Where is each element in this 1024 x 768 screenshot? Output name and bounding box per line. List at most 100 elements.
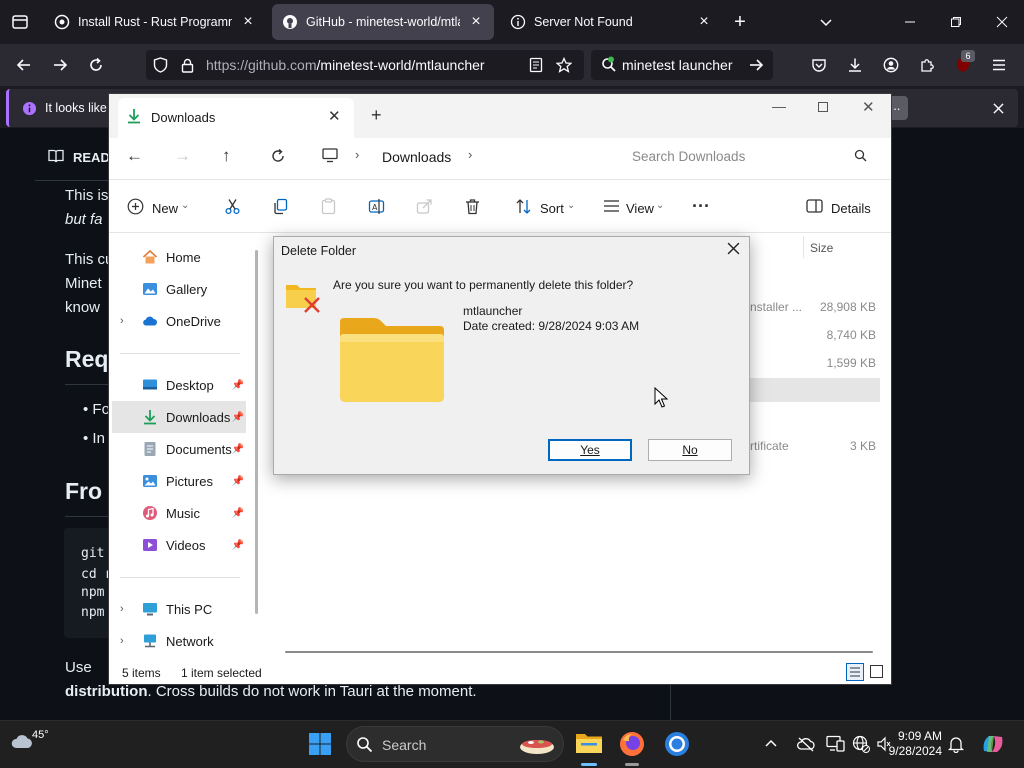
nav-item-home[interactable]: Home xyxy=(112,241,246,273)
account-icon[interactable] xyxy=(880,54,902,76)
close-window-icon[interactable] xyxy=(990,10,1014,34)
new-button[interactable]: New xyxy=(152,201,178,216)
browser-tab-server-not-found[interactable]: Server Not Found × xyxy=(500,4,722,40)
notification-close-icon[interactable] xyxy=(988,98,1008,118)
list-all-tabs-icon[interactable] xyxy=(814,10,838,34)
column-header-size[interactable]: Size xyxy=(810,241,833,255)
close-icon[interactable]: × xyxy=(696,13,712,31)
back-arrow-icon[interactable]: ← xyxy=(126,146,143,166)
search-engine-icon[interactable] xyxy=(598,54,620,76)
pin-icon[interactable]: 📌 xyxy=(232,412,244,423)
tracking-protection-shield-icon[interactable] xyxy=(150,55,170,75)
details-pane-icon[interactable] xyxy=(806,199,824,215)
nav-item-network[interactable]: › Network xyxy=(112,625,246,657)
dialog-close-icon[interactable] xyxy=(727,242,743,258)
nav-item-onedrive[interactable]: › OneDrive xyxy=(112,305,246,337)
up-arrow-icon[interactable]: ↑ xyxy=(222,146,231,166)
onedrive-offline-icon[interactable] xyxy=(796,736,816,754)
copilot-icon[interactable] xyxy=(980,731,1006,757)
reload-icon[interactable] xyxy=(84,53,108,77)
restore-icon[interactable] xyxy=(944,10,968,34)
browser-tab-github[interactable]: GitHub - minetest-world/mtlauncher × xyxy=(272,4,494,40)
view-button[interactable]: View xyxy=(626,201,654,216)
details-view-toggle-icon[interactable] xyxy=(846,663,864,681)
downloads-icon[interactable] xyxy=(844,54,866,76)
browser-tab-rust[interactable]: Install Rust - Rust Programming Language… xyxy=(44,4,266,40)
minimize-icon[interactable] xyxy=(898,10,922,34)
no-button[interactable]: No xyxy=(648,439,732,461)
pin-icon[interactable]: 📌 xyxy=(232,476,244,487)
cut-scissors-icon[interactable] xyxy=(224,198,242,216)
notification-bell-icon[interactable] xyxy=(948,735,966,753)
forward-arrow-icon[interactable]: → xyxy=(174,146,191,166)
display-devices-icon[interactable] xyxy=(826,735,846,753)
search-input[interactable]: Search Downloads xyxy=(632,149,745,164)
pin-icon[interactable]: 📌 xyxy=(232,540,244,551)
chevron-down-icon[interactable]: ⌄ xyxy=(567,200,575,211)
horizontal-scrollbar[interactable] xyxy=(285,651,873,653)
more-options-ellipsis-icon[interactable]: ··· xyxy=(692,196,710,217)
back-icon[interactable] xyxy=(12,53,36,77)
search-icon[interactable] xyxy=(854,149,868,163)
network-globe-icon[interactable] xyxy=(852,735,872,753)
nav-item-this-pc[interactable]: › This PC xyxy=(112,593,246,625)
chevron-right-icon[interactable]: › xyxy=(120,603,124,615)
sort-button[interactable]: Sort xyxy=(540,201,564,216)
pin-icon[interactable]: 📌 xyxy=(232,444,244,455)
lock-icon[interactable] xyxy=(178,55,196,75)
minimize-icon[interactable]: — xyxy=(772,98,786,114)
url-text[interactable]: https://github.com/minetest-world/mtlaun… xyxy=(206,57,485,73)
delete-trash-icon[interactable] xyxy=(464,198,482,216)
new-tab-icon[interactable]: + xyxy=(371,105,382,126)
file-row-selected[interactable] xyxy=(748,378,880,402)
details-button[interactable]: Details xyxy=(831,201,871,216)
firefox-taskbar-icon[interactable] xyxy=(619,731,645,757)
chevron-right-icon[interactable]: › xyxy=(120,635,124,647)
nav-item-music[interactable]: Music 📌 xyxy=(112,497,246,529)
yes-button[interactable]: Yes xyxy=(548,439,632,461)
new-plus-icon[interactable] xyxy=(127,198,145,216)
forward-icon[interactable] xyxy=(48,53,72,77)
search-go-arrow-icon[interactable] xyxy=(746,55,766,75)
tiles-view-toggle-icon[interactable] xyxy=(870,665,883,678)
app-menu-hamburger-icon[interactable] xyxy=(988,54,1010,76)
copy-icon[interactable] xyxy=(272,198,290,216)
close-tab-icon[interactable]: ✕ xyxy=(328,107,341,125)
close-icon[interactable]: × xyxy=(468,13,484,31)
bookmark-star-icon[interactable] xyxy=(554,55,574,75)
windows-start-icon[interactable] xyxy=(308,732,332,756)
close-window-icon[interactable]: ✕ xyxy=(862,98,875,116)
refresh-icon[interactable] xyxy=(270,148,288,166)
search-input-text[interactable]: minetest launcher xyxy=(622,57,733,73)
maximize-icon[interactable] xyxy=(818,102,828,112)
chevron-down-icon[interactable]: ⌄ xyxy=(656,200,664,211)
chrome-taskbar-icon[interactable] xyxy=(664,731,690,757)
clock[interactable]: 9:09 AM 9/28/2024 xyxy=(880,729,942,759)
pin-icon[interactable]: 📌 xyxy=(232,508,244,519)
chevron-right-icon[interactable]: › xyxy=(120,315,124,327)
view-lines-icon[interactable] xyxy=(603,199,621,215)
weather-temperature[interactable]: 45° xyxy=(32,729,49,741)
reader-view-icon[interactable] xyxy=(526,55,546,75)
file-explorer-taskbar-icon[interactable] xyxy=(575,731,603,757)
new-tab-icon[interactable]: + xyxy=(728,10,752,34)
nav-item-documents[interactable]: Documents 📌 xyxy=(112,433,246,465)
extensions-puzzle-icon[interactable] xyxy=(916,54,938,76)
firefox-view-icon[interactable] xyxy=(8,10,32,34)
pocket-icon[interactable] xyxy=(808,54,830,76)
nav-scrollbar[interactable] xyxy=(255,250,258,614)
weather-cloud-icon[interactable] xyxy=(10,730,34,754)
nav-item-pictures[interactable]: Pictures 📌 xyxy=(112,465,246,497)
nav-item-desktop[interactable]: Desktop 📌 xyxy=(112,369,246,401)
nav-item-gallery[interactable]: Gallery xyxy=(112,273,246,305)
show-hidden-icons-chevron-icon[interactable] xyxy=(764,736,780,752)
rename-icon[interactable]: A xyxy=(368,198,386,216)
nav-item-downloads[interactable]: Downloads 📌 xyxy=(112,401,246,433)
sort-icon[interactable] xyxy=(515,198,533,216)
breadcrumb-chevron-icon[interactable]: › xyxy=(468,147,472,162)
pin-icon[interactable]: 📌 xyxy=(232,380,244,391)
nav-item-videos[interactable]: Videos 📌 xyxy=(112,529,246,561)
breadcrumb-downloads[interactable]: Downloads xyxy=(382,149,451,165)
close-icon[interactable]: × xyxy=(240,13,256,31)
chevron-down-icon[interactable]: ⌄ xyxy=(181,200,189,211)
